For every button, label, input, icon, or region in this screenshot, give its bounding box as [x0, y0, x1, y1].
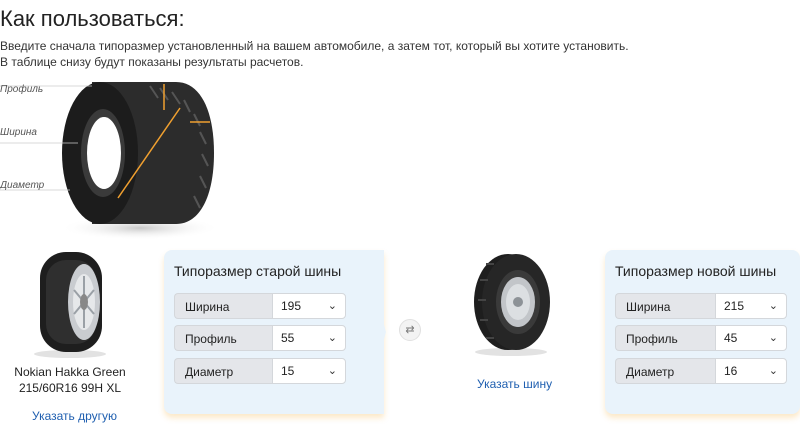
- new-width-row: Ширина 215 ⌄: [615, 293, 787, 319]
- new-diameter-row: Диаметр 16 ⌄: [615, 358, 787, 384]
- old-tire-image: [26, 250, 114, 363]
- old-width-label: Ширина: [174, 293, 272, 319]
- change-tire-link[interactable]: Указать другую: [32, 409, 117, 423]
- old-profile-select[interactable]: 55 ⌄: [272, 325, 346, 351]
- new-width-select[interactable]: 215 ⌄: [715, 293, 787, 319]
- page-title: Как пользоваться:: [0, 6, 185, 31]
- new-profile-row: Профиль 45 ⌄: [615, 325, 787, 351]
- new-width-label: Ширина: [615, 293, 715, 319]
- chevron-down-icon: ⌄: [327, 365, 337, 377]
- old-diameter-value: 15: [281, 364, 295, 378]
- new-profile-select[interactable]: 45 ⌄: [715, 325, 787, 351]
- old-tire-name: Nokian Hakka Green 215/60R16 99H XL: [0, 364, 140, 396]
- old-profile-label: Профиль: [174, 325, 272, 351]
- instructions: Введите сначала типоразмер установленный…: [0, 38, 629, 70]
- chevron-down-icon: ⌄: [768, 332, 778, 344]
- tire-anatomy-illustration: Профиль Ширина Диаметр: [0, 78, 230, 243]
- profile-label: Профиль: [0, 84, 44, 95]
- old-diameter-row: Диаметр 15 ⌄: [174, 358, 346, 384]
- tire-photo-icon: [474, 254, 550, 356]
- chevron-down-icon: ⌄: [327, 300, 337, 312]
- old-width-select[interactable]: 195 ⌄: [272, 293, 346, 319]
- width-label: Ширина: [0, 127, 37, 138]
- new-diameter-value: 16: [724, 364, 738, 378]
- tire-diagram-icon: [0, 82, 220, 240]
- old-diameter-label: Диаметр: [174, 358, 272, 384]
- old-tire-size: 215/60R16 99H XL: [18, 381, 122, 395]
- instructions-line-1: Введите сначала типоразмер установленный…: [0, 39, 629, 53]
- old-tire-size-card: Типоразмер старой шины Ширина 195 ⌄ Профи…: [164, 250, 384, 414]
- old-profile-row: Профиль 55 ⌄: [174, 325, 346, 351]
- select-tire-link[interactable]: Указать шину: [477, 377, 552, 391]
- new-tire-image: [466, 250, 556, 361]
- chevron-down-icon: ⌄: [327, 332, 337, 344]
- old-diameter-select[interactable]: 15 ⌄: [272, 358, 346, 384]
- instructions-line-2: В таблице снизу будут показаны результат…: [0, 55, 304, 69]
- new-profile-value: 45: [724, 331, 738, 345]
- chevron-down-icon: ⌄: [768, 365, 778, 377]
- old-width-value: 195: [281, 299, 302, 313]
- new-width-value: 215: [724, 299, 745, 313]
- old-profile-value: 55: [281, 331, 295, 345]
- swap-icon[interactable]: ⇄: [399, 319, 421, 341]
- diameter-label: Диаметр: [0, 180, 45, 191]
- card-arrow-tip: [364, 250, 386, 414]
- new-tire-size-card: Типоразмер новой шины Ширина 215 ⌄ Профил…: [605, 250, 800, 414]
- new-profile-label: Профиль: [615, 325, 715, 351]
- new-card-title: Типоразмер новой шины: [615, 263, 777, 279]
- old-width-row: Ширина 195 ⌄: [174, 293, 346, 319]
- chevron-down-icon: ⌄: [768, 300, 778, 312]
- tire-photo-icon: [34, 252, 106, 358]
- old-tire-model: Nokian Hakka Green: [14, 365, 126, 379]
- new-diameter-label: Диаметр: [615, 358, 715, 384]
- old-card-title: Типоразмер старой шины: [174, 263, 342, 279]
- new-diameter-select[interactable]: 16 ⌄: [715, 358, 787, 384]
